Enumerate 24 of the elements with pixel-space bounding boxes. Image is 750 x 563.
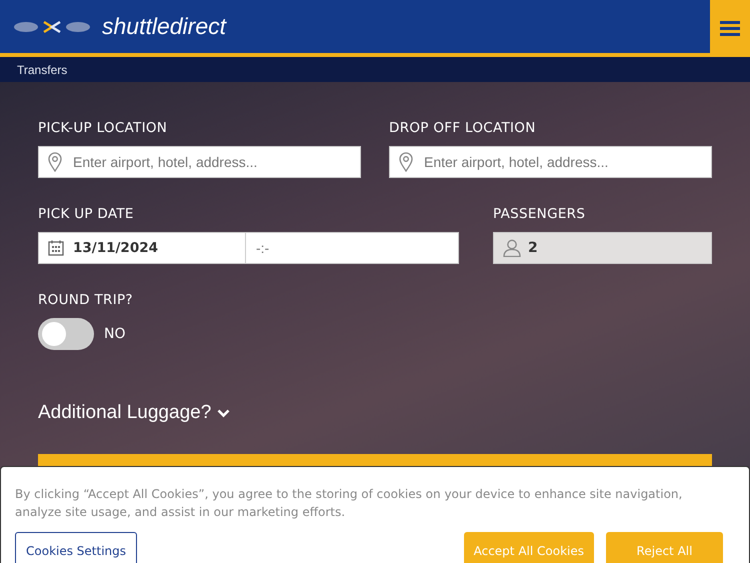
input-field[interactable]: Enter airport, hotel, address... [38, 146, 361, 178]
cookie-notice-text: By clicking “Accept All Cookies”, you agree to the storing of cookies on your device to enhance site navigation, analyze site usage, and assist in our marketing efforts. [15, 486, 684, 521]
search-button[interactable] [38, 454, 712, 467]
field-label: DROP OFF LOCATION [389, 120, 537, 136]
location-pin-icon [48, 152, 62, 172]
field-label: PICK-UP LOCATION [38, 120, 168, 136]
field-label: PASSENGERS [493, 206, 586, 222]
input-field[interactable]: -:- [246, 232, 459, 264]
toggle-switch[interactable] [38, 318, 94, 350]
field-label: PICK UP DATE [38, 206, 135, 222]
calendar-icon [48, 240, 64, 256]
location-pin-icon [399, 152, 413, 172]
chevron-icon [217, 408, 230, 418]
input-field[interactable]: Enter airport, hotel, address... [389, 146, 712, 178]
field-label: ROUND TRIP? [38, 292, 134, 308]
menu-icon [720, 21, 740, 36]
input-field[interactable]: 13/11/2024 [38, 232, 246, 264]
person-icon [503, 239, 521, 257]
logo-icon[interactable] [14, 20, 90, 34]
luggage-toggle[interactable]: Additional Luggage? [38, 402, 230, 424]
cookie-button[interactable]: Cookies Settings [15, 532, 138, 563]
nav-link[interactable]: Transfers [17, 62, 68, 76]
brand-name[interactable]: shuttledirect [102, 13, 226, 40]
toggle-state-text: NO [104, 326, 126, 342]
